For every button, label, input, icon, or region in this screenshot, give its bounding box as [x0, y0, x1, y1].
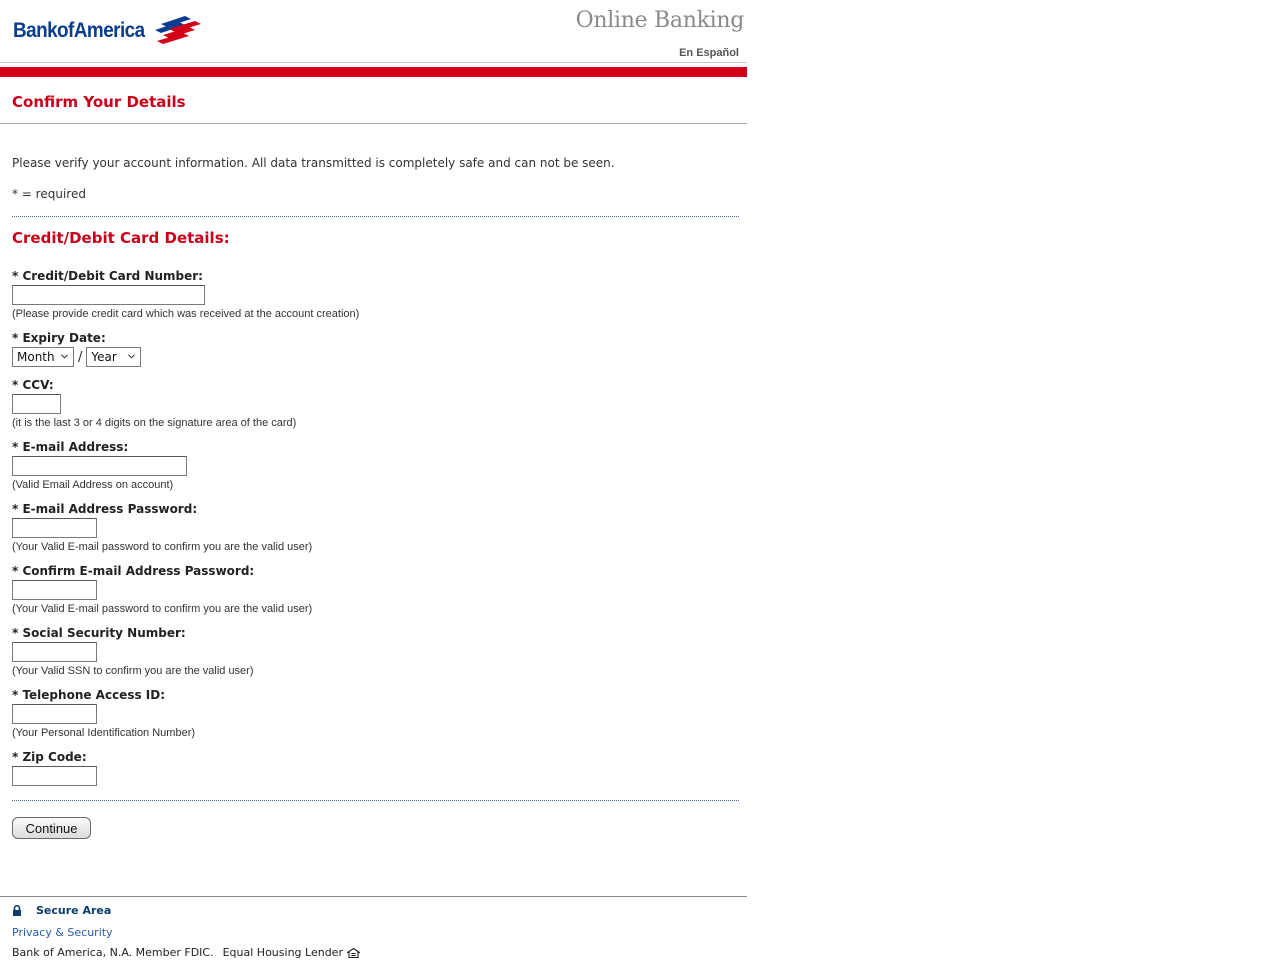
bank-of-america-logo[interactable]: BankofAmerica	[13, 16, 203, 45]
telephone-access-id-group: * Telephone Access ID: (Your Personal Id…	[12, 687, 195, 740]
secure-area-label: Secure Area	[36, 904, 112, 917]
expiry-month-value: Month	[17, 350, 55, 364]
expiry-year-select[interactable]: Year	[86, 347, 142, 367]
card-number-label: * Credit/Debit Card Number:	[12, 269, 203, 283]
card-number-hint: (Please provide credit card which was re…	[12, 308, 360, 320]
page-title: Confirm Your Details	[12, 93, 186, 111]
intro-text: Please verify your account information. …	[12, 156, 615, 170]
ssn-input[interactable]	[12, 642, 97, 662]
card-number-input[interactable]	[12, 285, 205, 305]
email-password-input[interactable]	[12, 518, 97, 538]
email-password-group: * E-mail Address Password: (Your Valid E…	[12, 501, 312, 554]
telephone-access-id-label: * Telephone Access ID:	[12, 688, 166, 702]
email-hint: (Valid Email Address on account)	[12, 479, 174, 491]
ssn-group: * Social Security Number: (Your Valid SS…	[12, 625, 254, 678]
brand-red-bar	[0, 67, 747, 77]
equal-housing-icon	[346, 947, 360, 958]
confirm-email-password-group: * Confirm E-mail Address Password: (Your…	[12, 563, 312, 616]
expiry-date-group: * Expiry Date: Month / Year	[12, 330, 142, 367]
expiry-date-label: * Expiry Date:	[12, 331, 106, 345]
en-espanol-link[interactable]: En Español	[679, 47, 739, 59]
fdic-member-text: Bank of America, N.A. Member FDIC.	[12, 946, 214, 959]
telephone-access-id-input[interactable]	[12, 704, 97, 724]
ssn-label: * Social Security Number:	[12, 626, 186, 640]
flag-logo-icon	[155, 16, 202, 44]
equal-housing-text: Equal Housing Lender	[222, 946, 343, 959]
footer-divider	[0, 896, 747, 897]
logo-text: BankofAmerica	[13, 19, 145, 42]
ssn-hint: (Your Valid SSN to confirm you are the v…	[12, 665, 254, 677]
email-group: * E-mail Address: (Valid Email Address o…	[12, 439, 187, 492]
privacy-security-link[interactable]: Privacy & Security	[12, 926, 113, 939]
confirm-email-password-hint: (Your Valid E-mail password to confirm y…	[12, 603, 313, 615]
required-note: * = required	[12, 187, 86, 201]
zip-code-group: * Zip Code:	[12, 749, 97, 786]
expiry-year-value: Year	[91, 350, 117, 364]
confirm-email-password-label: * Confirm E-mail Address Password:	[12, 564, 255, 578]
email-label: * E-mail Address:	[12, 440, 129, 454]
dotted-divider-top	[12, 216, 739, 217]
continue-button[interactable]: Continue	[12, 817, 91, 839]
online-banking-title: Online Banking	[575, 8, 745, 33]
dotted-divider-bottom	[12, 800, 739, 801]
telephone-access-id-hint: (Your Personal Identification Number)	[12, 727, 196, 739]
card-details-section-title: Credit/Debit Card Details:	[12, 229, 230, 247]
zip-code-label: * Zip Code:	[12, 750, 87, 764]
ccv-hint: (it is the last 3 or 4 digits on the sig…	[12, 417, 297, 429]
expiry-separator: /	[78, 349, 83, 365]
chevron-down-icon	[61, 354, 68, 359]
header-divider	[0, 62, 747, 63]
confirm-email-password-input[interactable]	[12, 580, 97, 600]
email-password-label: * E-mail Address Password:	[12, 502, 198, 516]
expiry-month-select[interactable]: Month	[12, 347, 74, 367]
secure-area: Secure Area	[12, 904, 111, 917]
card-number-group: * Credit/Debit Card Number: (Please prov…	[12, 268, 359, 321]
ccv-group: * CCV: (it is the last 3 or 4 digits on …	[12, 377, 296, 430]
email-input[interactable]	[12, 456, 187, 476]
page: BankofAmerica Online Banking En Español …	[0, 0, 747, 960]
chevron-down-icon	[128, 354, 136, 359]
title-divider	[0, 123, 747, 124]
legal-line: Bank of America, N.A. Member FDIC. Equal…	[12, 946, 360, 959]
email-password-hint: (Your Valid E-mail password to confirm y…	[12, 541, 313, 553]
ccv-label: * CCV:	[12, 378, 54, 392]
ccv-input[interactable]	[12, 394, 61, 414]
zip-code-input[interactable]	[12, 766, 97, 786]
lock-icon	[13, 905, 21, 916]
